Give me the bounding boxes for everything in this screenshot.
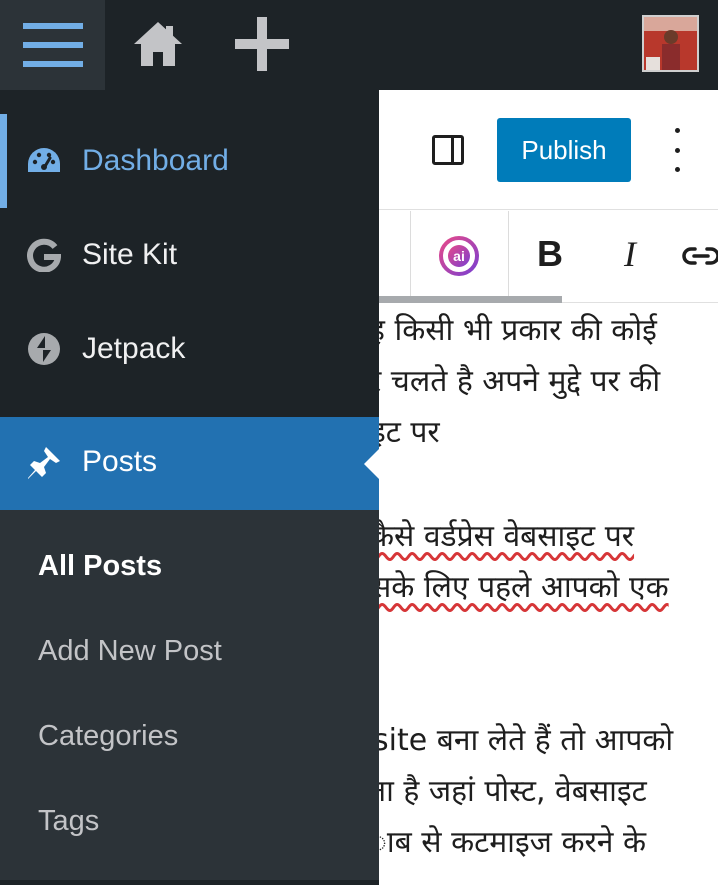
admin-bar [0, 0, 718, 90]
submenu-all-posts[interactable]: All Posts [38, 550, 162, 583]
avatar-image [644, 17, 697, 70]
menu-item-jetpack[interactable]: Jetpack [0, 302, 379, 396]
content-line: ाब से कटमाइज करने के [379, 825, 647, 860]
dashboard-icon [24, 141, 64, 181]
scroll-indicator [379, 296, 562, 303]
menu-item-posts[interactable]: Posts [0, 417, 380, 510]
block-toolbar: ai B I [379, 211, 718, 303]
menu-item-dashboard[interactable]: Dashboard [0, 114, 379, 208]
posts-submenu: All Posts Add New Post Categories Tags [0, 510, 379, 880]
home-button[interactable] [128, 14, 188, 74]
italic-button[interactable]: I [624, 233, 636, 275]
submenu-categories[interactable]: Categories [38, 720, 178, 753]
bold-button[interactable]: B [537, 233, 563, 275]
user-avatar[interactable] [642, 15, 699, 72]
admin-menu: Dashboard Site Kit Jetpack Posts All Pos… [0, 90, 380, 885]
toolbar-divider [410, 211, 411, 303]
jetpack-icon [24, 329, 64, 369]
hamburger-icon [22, 23, 83, 67]
post-editor: Publish ai B I ह किसी भी प्रकार की कोई र… [379, 90, 718, 885]
content-line: इट पर [379, 415, 440, 450]
ai-assistant-icon[interactable]: ai [437, 234, 481, 278]
menu-label-dashboard: Dashboard [82, 144, 229, 177]
menu-toggle-button[interactable] [0, 0, 105, 90]
plus-icon [235, 17, 289, 71]
link-icon[interactable] [681, 241, 718, 271]
menu-item-site-kit[interactable]: Site Kit [0, 208, 379, 302]
new-content-button[interactable] [232, 14, 292, 74]
sidebar-toggle-icon[interactable] [432, 135, 464, 165]
content-line: site बना लेते हैं तो आपको [379, 723, 674, 758]
menu-label-jetpack: Jetpack [82, 332, 186, 365]
pin-icon [24, 443, 64, 483]
content-line: सके लिए पहले आपको एक [379, 570, 669, 605]
content-line: कैसे वर्डप्रेस वेबसाइट पर [379, 519, 635, 554]
menu-label-posts: Posts [82, 445, 158, 478]
post-content[interactable]: ह किसी भी प्रकार की कोई र चलते है अपने म… [379, 304, 718, 885]
toolbar-divider [508, 211, 509, 303]
content-line: ह किसी भी प्रकार की कोई [379, 313, 657, 348]
menu-label-site-kit: Site Kit [82, 238, 178, 271]
content-line: ता है जहां पोस्ट, वेबसाइट [379, 774, 647, 809]
more-vertical-icon[interactable] [667, 128, 687, 172]
home-icon [134, 22, 182, 66]
submenu-tags[interactable]: Tags [38, 805, 99, 838]
submenu-add-new-post[interactable]: Add New Post [38, 635, 222, 668]
current-menu-arrow [364, 448, 380, 480]
google-g-icon [24, 235, 64, 275]
editor-header: Publish [379, 90, 718, 210]
publish-button[interactable]: Publish [497, 118, 631, 182]
svg-text:ai: ai [453, 248, 465, 264]
content-line: र चलते है अपने मुद्दे पर की [379, 364, 661, 399]
